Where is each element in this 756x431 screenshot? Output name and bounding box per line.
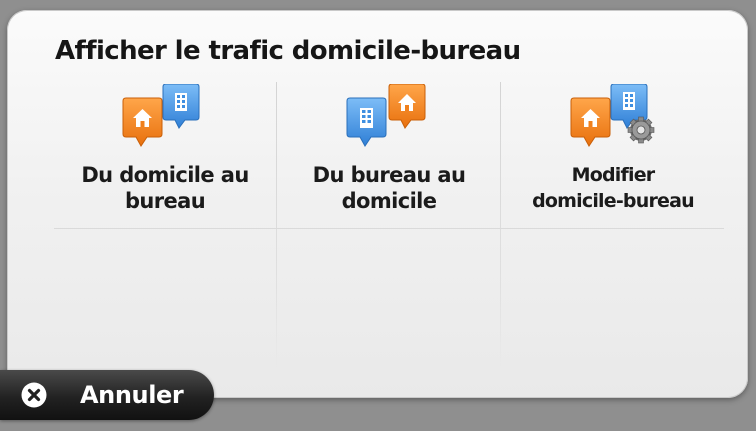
row-divider	[54, 228, 724, 229]
cancel-label: Annuler	[80, 381, 184, 409]
option-label: Modifier domicile-bureau	[532, 164, 695, 212]
edit-home-office-button[interactable]: Modifier domicile-bureau	[502, 82, 724, 228]
option-label: Du bureau au domicile	[312, 163, 466, 213]
cancel-button[interactable]: Annuler	[0, 370, 214, 420]
gear-icon	[627, 116, 655, 144]
office-to-home-button[interactable]: Du bureau au domicile	[278, 82, 500, 228]
dialog-panel: Afficher le trafic domicile-bureau Du do…	[7, 10, 748, 398]
column-divider	[500, 82, 501, 372]
close-icon	[21, 382, 47, 408]
office-to-home-icon	[346, 84, 426, 147]
column-divider	[276, 82, 277, 372]
dialog-title: Afficher le trafic domicile-bureau	[55, 36, 521, 66]
options-grid: Du domicile au bureau Du bureau au domic…	[54, 82, 724, 382]
home-to-office-button[interactable]: Du domicile au bureau	[54, 82, 276, 228]
option-label: Du domicile au bureau	[81, 163, 249, 213]
edit-home-office-icon	[570, 84, 655, 147]
home-to-office-icon	[122, 84, 200, 147]
